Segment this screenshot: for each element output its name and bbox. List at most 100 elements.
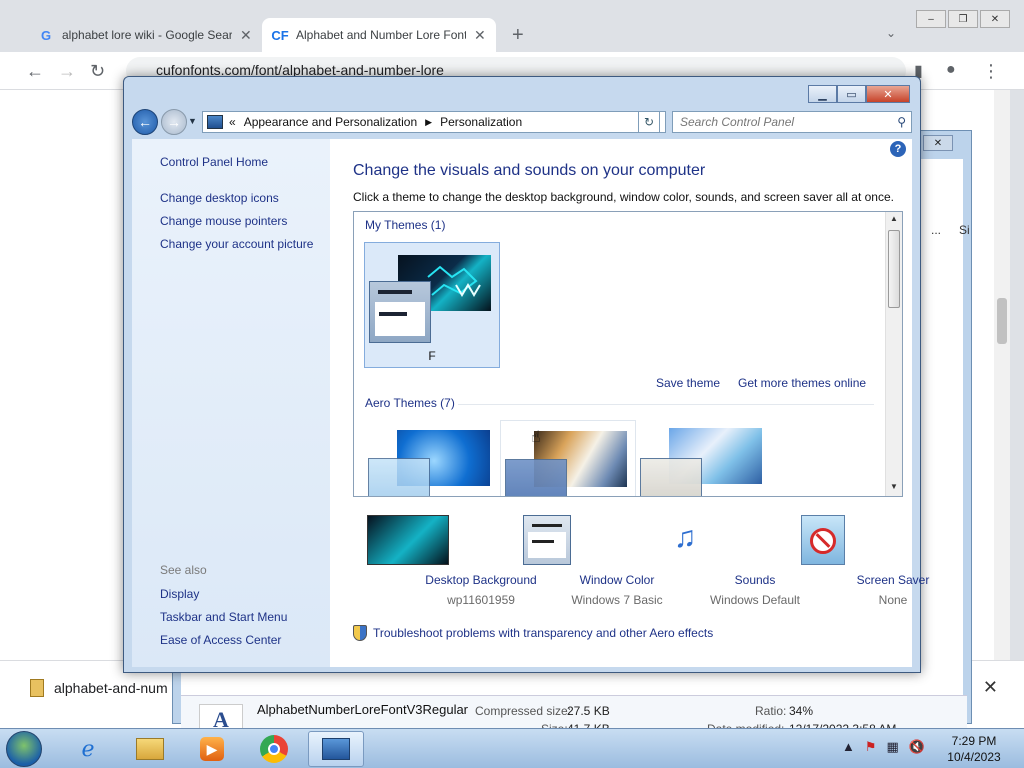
- control-panel-icon: [322, 738, 350, 760]
- aero-theme-architecture[interactable]: ☝: [500, 420, 636, 496]
- close-icon[interactable]: ✕: [980, 10, 1010, 28]
- forward-icon[interactable]: →: [161, 109, 187, 135]
- tab-google-search[interactable]: G alphabet lore wiki - Google Searc ✕: [28, 18, 262, 52]
- icon-content-bar: [532, 540, 554, 543]
- clock-date: 10/4/2023: [947, 750, 1001, 764]
- preview-title-bar: [378, 290, 412, 294]
- breadcrumb-appearance[interactable]: Appearance and Personalization: [244, 115, 417, 129]
- refresh-icon[interactable]: ↻: [638, 111, 660, 133]
- show-hidden-icons[interactable]: ▲: [842, 739, 855, 755]
- profile-icon[interactable]: ●: [946, 61, 956, 79]
- help-icon[interactable]: ?: [890, 141, 906, 157]
- maximize-icon[interactable]: ❐: [948, 10, 978, 28]
- theme-list[interactable]: My Themes (1) F Save theme Get more them…: [353, 211, 903, 497]
- folder-icon: [136, 738, 164, 760]
- troubleshoot-label[interactable]: Troubleshoot problems with transparency …: [373, 626, 713, 640]
- control-panel-taskbar-icon[interactable]: [308, 731, 364, 767]
- clock[interactable]: 7:29 PM 10/4/2023: [946, 733, 1002, 765]
- compressed-value: 27.5 KB: [567, 704, 610, 718]
- clock-time: 7:29 PM: [951, 734, 997, 748]
- close-icon[interactable]: ✕: [866, 85, 910, 103]
- change-mouse-pointers-link[interactable]: Change mouse pointers: [160, 214, 287, 228]
- internet-explorer-icon[interactable]: ℯ: [60, 731, 116, 767]
- download-item[interactable]: alphabet-and-num: [30, 679, 168, 697]
- reload-icon[interactable]: ↻: [90, 61, 105, 82]
- ratio-value: 34%: [789, 704, 814, 718]
- maximize-icon[interactable]: ▭: [837, 85, 866, 103]
- breadcrumb-chevron-icon[interactable]: ▶: [425, 117, 432, 128]
- new-tab-button[interactable]: +: [512, 24, 524, 47]
- close-download-bar-icon[interactable]: ✕: [983, 677, 998, 698]
- control-panel-home-link[interactable]: Control Panel Home: [160, 155, 268, 169]
- archive-close-icon[interactable]: ✕: [923, 135, 953, 151]
- minimize-icon[interactable]: –: [916, 10, 946, 28]
- icon-pane: [528, 532, 566, 558]
- window-body: Control Panel Home Change desktop icons …: [132, 139, 929, 667]
- start-button[interactable]: [6, 731, 42, 767]
- theme-item-f[interactable]: F: [364, 242, 500, 368]
- scroll-up-icon[interactable]: ▲: [890, 214, 898, 223]
- file-explorer-icon[interactable]: [122, 731, 178, 767]
- back-icon[interactable]: ←: [26, 61, 44, 82]
- aero-themes-group-label: Aero Themes (7): [365, 396, 455, 410]
- volume-muted-icon[interactable]: 🔇: [909, 739, 925, 755]
- media-player-icon[interactable]: ▶: [184, 731, 240, 767]
- navigation-bar: ← → ▼ « Appearance and Personalization ▶…: [132, 107, 912, 135]
- scroll-down-icon[interactable]: ▼: [890, 482, 898, 491]
- personalization-window: ▁ ▭ ✕ ← → ▼ « Appearance and Personaliza…: [123, 76, 929, 673]
- browser-caption-buttons: – ❐ ✕: [916, 10, 1010, 28]
- search-input[interactable]: Search Control Panel ⚲: [672, 111, 912, 133]
- aero-theme-characters[interactable]: [636, 420, 772, 496]
- taskbar-start-menu-link[interactable]: Taskbar and Start Menu: [160, 610, 287, 624]
- tab-search-icon[interactable]: ⌄: [886, 26, 896, 40]
- chrome-icon[interactable]: [246, 731, 302, 767]
- window-color-label[interactable]: Window Color: [547, 573, 687, 587]
- play-icon: ▶: [200, 737, 224, 761]
- aero-theme-windows7[interactable]: [364, 420, 500, 496]
- page-description: Click a theme to change the desktop back…: [353, 190, 894, 204]
- preview-content-bar: [379, 312, 407, 316]
- save-theme-link[interactable]: Save theme: [656, 376, 720, 390]
- no-symbol-icon: [810, 528, 836, 554]
- group-divider: [458, 404, 874, 405]
- mouse-cursor-icon: ☝: [531, 429, 541, 446]
- forward-icon[interactable]: →: [58, 61, 76, 82]
- window-color-value: Windows 7 Basic: [571, 593, 663, 607]
- recent-pages-icon[interactable]: ▼: [188, 116, 197, 126]
- uac-shield-icon: [353, 625, 367, 641]
- scroll-thumb[interactable]: [997, 298, 1007, 344]
- breadcrumb-personalization[interactable]: Personalization: [440, 115, 522, 129]
- display-link[interactable]: Display: [160, 587, 199, 601]
- change-desktop-icons-link[interactable]: Change desktop icons: [160, 191, 279, 205]
- scroll-thumb[interactable]: [888, 230, 900, 308]
- change-account-picture-link[interactable]: Change your account picture: [160, 237, 313, 251]
- troubleshoot-link[interactable]: Troubleshoot problems with transparency …: [353, 625, 713, 641]
- close-tab-icon[interactable]: ✕: [240, 27, 252, 44]
- page-scrollbar[interactable]: [994, 90, 1010, 660]
- archive-file-icon: [30, 679, 44, 697]
- tab-cufonfonts[interactable]: CF Alphabet and Number Lore Font ✕: [262, 18, 496, 52]
- ease-of-access-link[interactable]: Ease of Access Center: [160, 633, 281, 647]
- google-favicon-icon: G: [40, 27, 52, 43]
- window-color-icon: [523, 515, 571, 565]
- theme-list-scrollbar[interactable]: ▲ ▼: [885, 212, 902, 496]
- menu-icon[interactable]: ⋮: [982, 61, 1000, 82]
- action-center-icon[interactable]: ⚑: [865, 739, 877, 755]
- theme-settings-row: Desktop Background wp11601959 Window Col…: [353, 515, 929, 615]
- window-caption-buttons: ▁ ▭ ✕: [808, 85, 910, 103]
- address-bar[interactable]: « Appearance and Personalization ▶ Perso…: [202, 111, 666, 133]
- breadcrumb-overflow[interactable]: «: [229, 115, 236, 129]
- search-icon[interactable]: ⚲: [897, 115, 906, 129]
- minimize-icon[interactable]: ▁: [808, 85, 837, 103]
- back-icon[interactable]: ←: [132, 109, 158, 135]
- screen-saver-label[interactable]: Screen Saver: [823, 573, 963, 587]
- window-preview-icon: [505, 459, 567, 496]
- desktop-background-label[interactable]: Desktop Background: [411, 573, 551, 587]
- compressed-label: Compressed size:: [475, 704, 572, 718]
- sounds-label[interactable]: Sounds: [685, 573, 825, 587]
- close-tab-icon[interactable]: ✕: [474, 27, 486, 44]
- get-more-themes-link[interactable]: Get more themes online: [738, 376, 866, 390]
- ratio-label: Ratio:: [755, 704, 787, 718]
- see-also-heading: See also: [160, 563, 207, 577]
- network-icon[interactable]: ▦: [887, 739, 899, 755]
